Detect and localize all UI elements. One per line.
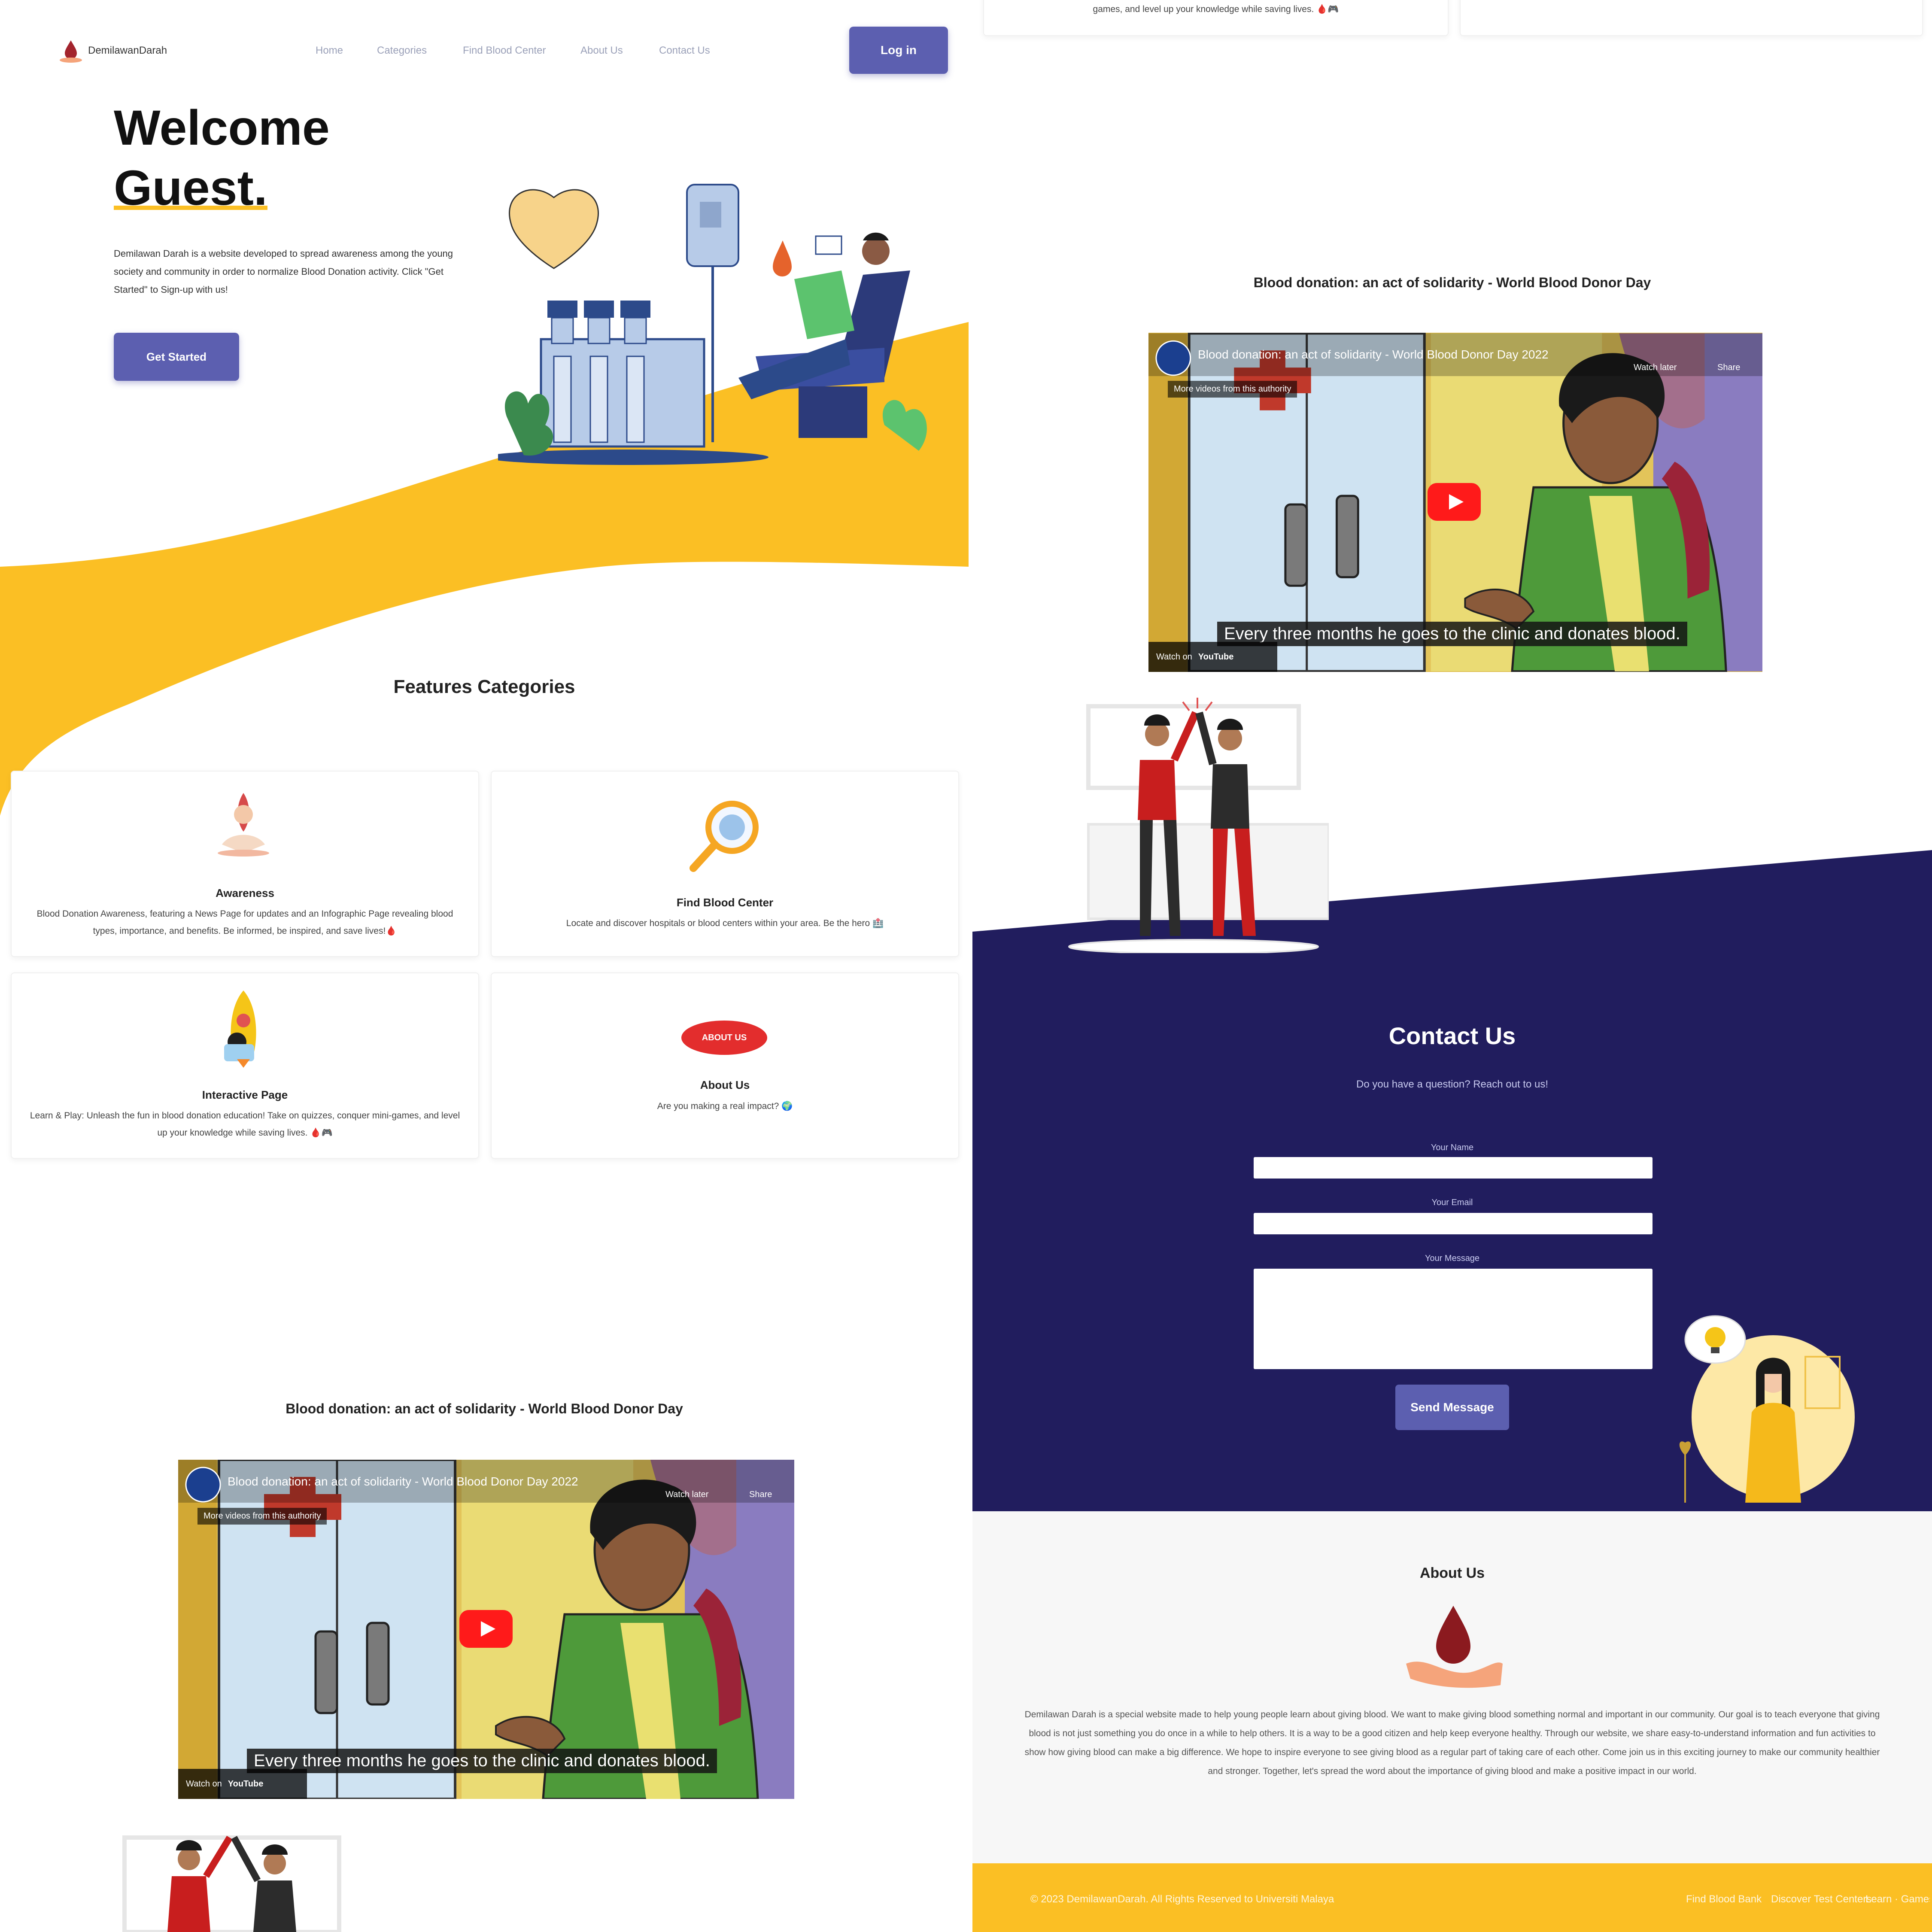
nav-categories-link[interactable]: Categories [377, 45, 427, 57]
about-text: Demilawan Darah is a special website mad… [1024, 1710, 1880, 1776]
youtube-play-icon-2[interactable] [1428, 483, 1481, 521]
more-videos-link-2[interactable]: More videos from this authority [1168, 381, 1297, 398]
about-title: About Us [1419, 1565, 1485, 1581]
name-input[interactable] [1254, 1157, 1653, 1179]
video-section-title-2: Blood donation: an act of solidarity - W… [1253, 275, 1651, 290]
magnifier-icon [690, 801, 759, 872]
interactive-card-cropped: games, and level up your knowledge while… [983, 0, 1449, 36]
nav-about-link[interactable]: About Us [580, 45, 623, 57]
hero-title-line1: Welcome [114, 100, 330, 155]
blood-drop-logo-icon [60, 40, 82, 63]
interactive-card[interactable]: Interactive Page Learn & Play: Unleash t… [11, 972, 479, 1159]
footer-link-blood-bank[interactable]: Find Blood Bank [1686, 1893, 1762, 1905]
interactive-card-cropped-text: games, and level up your knowledge while… [1093, 4, 1339, 14]
email-input[interactable] [1254, 1213, 1653, 1234]
youtube-play-icon[interactable] [459, 1610, 513, 1648]
about-us-badge: ABOUT US [681, 1021, 767, 1055]
awareness-desc: Blood Donation Awareness, featuring a Ne… [36, 909, 453, 936]
share-button-2[interactable]: Share [1717, 363, 1740, 373]
nav-contact-link[interactable]: Contact Us [659, 45, 710, 57]
hero-intro: Demilawan Darah is a website developed t… [114, 248, 453, 295]
footer-link-test-centers[interactable]: Discover Test Centers [1771, 1893, 1871, 1905]
brand-name: DemilawanDarah [88, 45, 167, 56]
thinking-woman-illustration [1679, 1315, 1855, 1503]
interactive-desc: Learn & Play: Unleash the fun in blood d… [30, 1111, 460, 1138]
youtube-logo-label-2: YouTube [1198, 652, 1234, 662]
nav-home-link[interactable]: Home [316, 45, 343, 57]
watch-on-label: Watch on [186, 1779, 222, 1789]
login-button[interactable]: Log in [849, 27, 948, 74]
awareness-card[interactable]: Awareness Blood Donation Awareness, feat… [11, 771, 479, 957]
share-button[interactable]: Share [749, 1490, 772, 1500]
features-title: Features Categories [393, 676, 575, 697]
watch-on-youtube-button[interactable]: Watch on YouTube [178, 1769, 307, 1799]
page-top-panel: DemilawanDarah Home Categories Find Bloo… [0, 0, 969, 1932]
watch-on-youtube-button-2[interactable]: Watch on YouTube [1148, 642, 1277, 672]
meditation-figure-icon [218, 793, 269, 857]
youtube-video-player[interactable]: Blood donation: an act of solidarity - W… [178, 1460, 794, 1799]
blood-drop-hand-icon [1406, 1606, 1503, 1688]
message-textarea[interactable] [1254, 1269, 1653, 1369]
high-five-illustration [122, 1835, 341, 1932]
more-videos-link[interactable]: More videos from this authority [197, 1508, 327, 1525]
youtube-video-player-2[interactable]: Blood donation: an act of solidarity - W… [1148, 333, 1762, 672]
video-player-title[interactable]: Blood donation: an act of solidarity - W… [228, 1475, 578, 1488]
blood-donation-illustration [498, 184, 927, 465]
contact-subtitle: Do you have a question? Reach out to us! [1356, 1078, 1548, 1090]
get-started-button[interactable]: Get Started [114, 333, 239, 381]
contact-title: Contact Us [1388, 1022, 1516, 1049]
about-us-card-desc: Are you making a real impact? 🌍 [657, 1101, 793, 1111]
watch-on-label-2: Watch on [1156, 652, 1192, 662]
video-caption: Every three months he goes to the clinic… [247, 1749, 717, 1773]
name-label: Your Name [1431, 1143, 1474, 1152]
footer-copyright: © 2023 DemilawanDarah. All Rights Reserv… [1030, 1893, 1334, 1905]
find-blood-center-desc: Locate and discover hospitals or blood c… [566, 918, 884, 928]
video-player-title-2[interactable]: Blood donation: an act of solidarity - W… [1198, 348, 1549, 361]
send-message-button[interactable]: Send Message [1395, 1385, 1509, 1430]
brand-logo[interactable]: DemilawanDarah [58, 38, 167, 64]
email-label: Your Email [1431, 1198, 1473, 1207]
find-blood-center-card[interactable]: Find Blood Center Locate and discover ho… [491, 771, 959, 957]
interactive-title: Interactive Page [202, 1088, 288, 1101]
video-caption-2: Every three months he goes to the clinic… [1217, 622, 1687, 646]
youtube-logo-label: YouTube [228, 1779, 264, 1789]
about-us-card[interactable]: ABOUT US About Us Are you making a real … [491, 972, 959, 1159]
footer-link-games[interactable]: Learn · Games [1865, 1893, 1930, 1905]
awareness-title: Awareness [216, 887, 274, 899]
rocket-kid-icon [224, 990, 256, 1068]
about-us-card-cropped [1460, 0, 1923, 36]
page-bottom-panel: games, and level up your knowledge while… [972, 0, 1932, 1932]
hero-title-line2: Guest. [114, 161, 267, 216]
nav-find-blood-center-link[interactable]: Find Blood Center [463, 45, 546, 57]
watch-later-button[interactable]: Watch later [665, 1490, 708, 1500]
hero-title: Welcome Guest. [114, 98, 330, 218]
video-section-title: Blood donation: an act of solidarity - W… [286, 1401, 683, 1416]
about-us-card-title: About Us [700, 1078, 750, 1091]
message-label: Your Message [1425, 1254, 1480, 1263]
watch-later-button-2[interactable]: Watch later [1634, 363, 1677, 373]
find-blood-center-title: Find Blood Center [676, 896, 774, 909]
high-five-illustration-2 [1068, 698, 1329, 953]
